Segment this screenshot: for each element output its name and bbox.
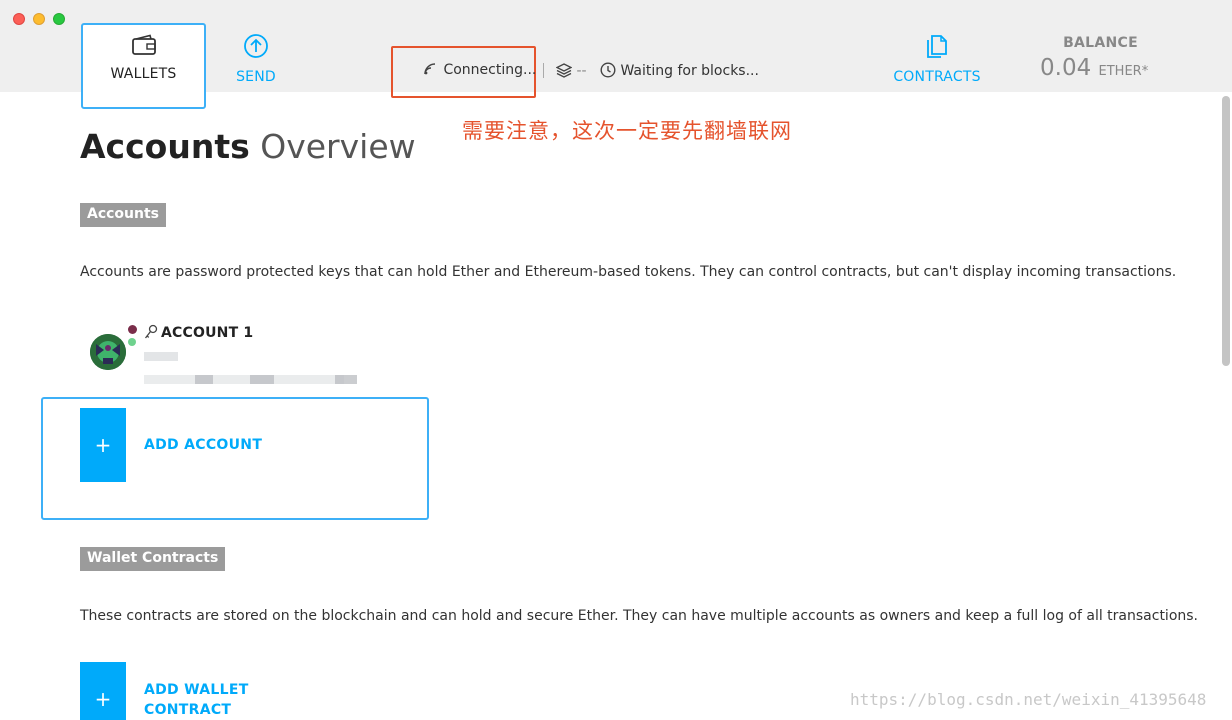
status-divider: [543, 63, 544, 78]
nav-contracts-label: CONTRACTS: [893, 69, 981, 85]
connecting-status: Connecting...: [423, 62, 536, 78]
block-count-status: --: [555, 62, 587, 79]
wallet-contracts-description: These contracts are stored on the blockc…: [80, 608, 1199, 624]
connecting-label: Connecting...: [443, 62, 537, 78]
add-account-button[interactable]: ADD ACCOUNT: [144, 435, 262, 455]
nav-send-tab[interactable]: SEND: [226, 33, 286, 85]
add-wallet-contract-plus-button[interactable]: +: [80, 662, 126, 720]
accounts-section-tag: Accounts: [80, 203, 167, 227]
add-wallet-contract-button[interactable]: ADD WALLET CONTRACT: [144, 680, 249, 720]
waiting-label: Waiting for blocks...: [620, 63, 759, 79]
wallet-icon: [83, 34, 204, 60]
page-title-strong: Accounts: [80, 127, 250, 166]
page-title-light: Overview: [260, 127, 416, 166]
balance-unit: ETHER*: [1098, 64, 1149, 79]
add-wallet-contract-line2: CONTRACT: [144, 702, 232, 718]
account-address-obscured: [144, 375, 344, 384]
page-title: Accounts Overview: [80, 127, 416, 166]
add-wallet-contract-line1: ADD WALLET: [144, 682, 249, 698]
nav-wallets-label: WALLETS: [110, 66, 177, 82]
nav-wallets-tab[interactable]: WALLETS: [81, 23, 206, 109]
window-maximize-button[interactable]: [53, 13, 65, 25]
scrollbar[interactable]: [1222, 96, 1230, 366]
nav-send-label: SEND: [236, 69, 276, 85]
account-badge-small-icon: [128, 338, 136, 346]
balance-amount: 0.04: [1040, 55, 1092, 81]
arrow-up-circle-icon: [226, 33, 286, 63]
account-address-mask: [335, 375, 357, 384]
key-icon: [144, 324, 158, 344]
accounts-description: Accounts are password protected keys tha…: [80, 264, 1177, 280]
nav-contracts-tab[interactable]: CONTRACTS: [888, 33, 986, 85]
layers-icon: [555, 63, 573, 78]
annotation-note: 需要注意，这次一定要先翻墙联网: [462, 119, 792, 143]
watermark-text: https://blog.csdn.net/weixin_41395648: [850, 690, 1207, 709]
documents-icon: [888, 33, 986, 63]
waiting-status: Waiting for blocks...: [600, 62, 759, 79]
window-minimize-button[interactable]: [33, 13, 45, 25]
signal-icon: [424, 63, 436, 75]
block-count: --: [576, 63, 587, 79]
account-identicon: [90, 334, 126, 370]
account-name: ACCOUNT 1: [161, 325, 254, 341]
wallet-contracts-section-tag: Wallet Contracts: [80, 547, 226, 571]
add-account-plus-button[interactable]: +: [80, 408, 126, 482]
account-badge-icon: [128, 325, 137, 334]
account-address-mask: [250, 375, 274, 384]
account-item[interactable]: ACCOUNT 1: [80, 320, 420, 390]
account-address-mask: [195, 375, 213, 384]
clock-icon: [600, 62, 616, 78]
window-close-button[interactable]: [13, 13, 25, 25]
balance-display: 0.04 ETHER*: [1040, 55, 1148, 81]
account-balance-obscured: [144, 352, 178, 361]
balance-label: BALANCE: [1063, 35, 1138, 51]
